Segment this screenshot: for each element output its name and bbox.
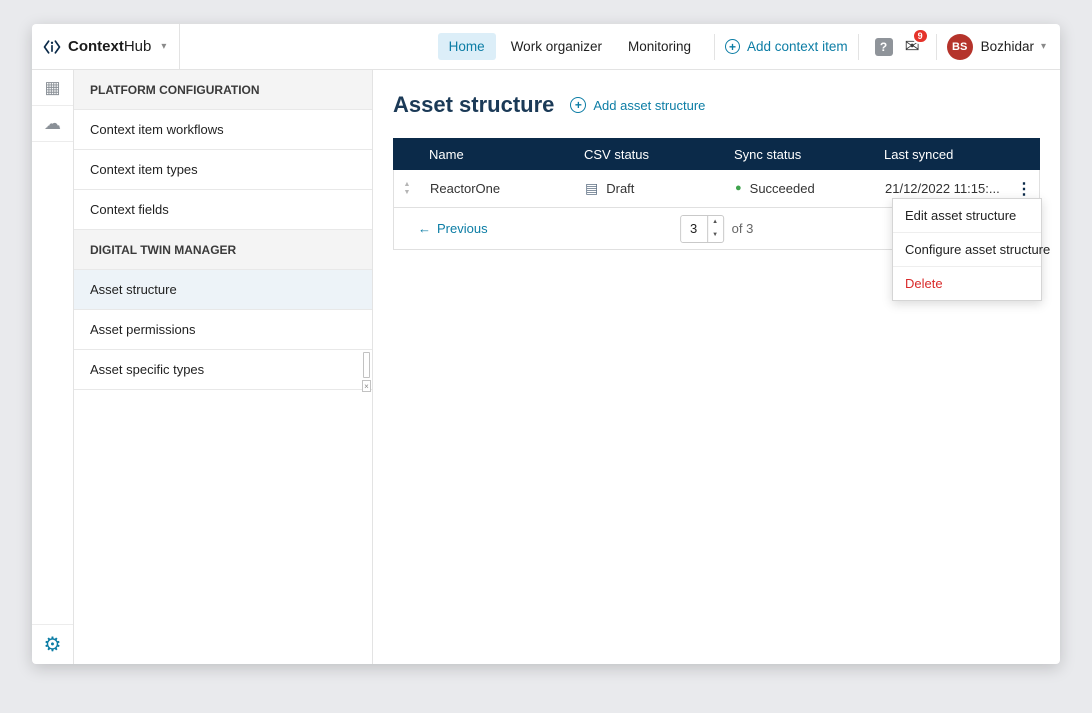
- page-increment-icon[interactable]: ▲: [708, 216, 723, 229]
- sidebar: PLATFORM CONFIGURATION Context item work…: [74, 70, 373, 664]
- settings-rail-button[interactable]: ⚙: [32, 624, 73, 664]
- sidebar-item-asset-structure[interactable]: Asset structure: [74, 270, 372, 310]
- header-cell-sync-status: Sync status: [734, 146, 802, 162]
- cell-csv-status: ▤ Draft: [575, 180, 725, 197]
- add-asset-structure-label: Add asset structure: [593, 97, 706, 113]
- divider: [935, 33, 937, 60]
- chevron-down-icon: ▾: [1040, 41, 1046, 52]
- avatar: BS: [946, 33, 973, 60]
- nav-item-work-organizer[interactable]: Work organizer: [500, 33, 613, 60]
- app-window: ContextHub ▾ Home Work organizer Monitor…: [32, 24, 1060, 664]
- page-count-label: of 3: [731, 221, 754, 236]
- plus-circle-icon: +: [570, 97, 587, 113]
- page-title: Asset structure: [393, 92, 555, 117]
- sidebar-section-digital-twin-manager: DIGITAL TWIN MANAGER: [74, 230, 372, 270]
- notification-badge: 9: [911, 28, 929, 44]
- sidebar-item-context-item-workflows[interactable]: Context item workflows: [74, 110, 372, 150]
- notifications-button[interactable]: ✉ 9: [905, 28, 929, 57]
- main-content: Asset structure + Add asset structure Na…: [373, 70, 1060, 664]
- top-navigation: Home Work organizer Monitoring + Add con…: [436, 24, 1060, 69]
- kebab-menu-icon[interactable]: ⋮: [1016, 179, 1032, 199]
- add-context-item-label: Add context item: [747, 39, 848, 54]
- row-reorder-control: ▲ ▼: [394, 181, 420, 197]
- sidebar-item-context-item-types[interactable]: Context item types: [74, 150, 372, 190]
- previous-page-button[interactable]: ← Previous: [418, 221, 488, 236]
- brand-menu[interactable]: ContextHub ▾: [32, 24, 180, 69]
- plus-circle-icon: +: [725, 39, 741, 54]
- arrow-left-icon: ←: [418, 221, 431, 236]
- move-down-icon[interactable]: ▼: [404, 189, 411, 197]
- cell-name: ReactorOne: [430, 181, 501, 196]
- page-decrement-icon[interactable]: ▼: [708, 229, 723, 242]
- user-menu-button[interactable]: BS Bozhidar ▾: [946, 33, 1046, 60]
- sidebar-item-asset-permissions[interactable]: Asset permissions: [74, 310, 372, 350]
- sidebar-item-asset-specific-types[interactable]: Asset specific types: [74, 350, 372, 390]
- contexthub-logo-icon: [42, 37, 62, 57]
- header-cell-last-synced: Last synced: [884, 146, 954, 162]
- dashboard-rail-button[interactable]: ▦: [32, 70, 73, 106]
- scrollbar-thumb[interactable]: [363, 352, 370, 378]
- cell-actions: ⋮: [1009, 179, 1039, 199]
- app-body: ▦ ☁ ⚙ PLATFORM CONFIGURATION Context ite…: [32, 70, 1060, 664]
- page-number-input[interactable]: [680, 215, 707, 242]
- divider: [857, 33, 859, 60]
- draft-document-icon: ▤: [585, 180, 599, 196]
- dashboard-icon: ▦: [44, 77, 61, 97]
- brand-name: ContextHub: [68, 38, 152, 55]
- menu-item-configure-asset-structure[interactable]: Configure asset structure: [893, 233, 1050, 267]
- gear-icon: ⚙: [43, 634, 62, 656]
- success-dot-icon: ●: [735, 182, 742, 194]
- previous-label: Previous: [437, 221, 488, 236]
- close-icon[interactable]: ×: [362, 380, 371, 392]
- help-button[interactable]: ?: [874, 37, 893, 56]
- topbar: ContextHub ▾ Home Work organizer Monitor…: [32, 24, 1060, 70]
- move-up-icon[interactable]: ▲: [404, 181, 411, 189]
- chevron-down-icon: ▾: [161, 41, 167, 52]
- nav-item-monitoring[interactable]: Monitoring: [617, 33, 702, 60]
- add-context-item-button[interactable]: + Add context item: [725, 39, 848, 54]
- nav-item-home[interactable]: Home: [437, 33, 496, 60]
- help-icon: ?: [874, 37, 893, 56]
- header-cell-name: Name: [429, 146, 464, 162]
- cloud-rail-button[interactable]: ☁: [32, 106, 73, 142]
- mail-icon: ✉ 9: [905, 28, 929, 57]
- sidebar-item-context-fields[interactable]: Context fields: [74, 190, 372, 230]
- menu-item-delete[interactable]: Delete: [893, 267, 1041, 300]
- cloud-icon: ☁: [44, 113, 61, 133]
- sidebar-scrollbar: ×: [362, 352, 371, 392]
- sidebar-section-platform-configuration: PLATFORM CONFIGURATION: [74, 70, 372, 110]
- sync-status-label: Succeeded: [749, 181, 815, 196]
- page-number-stepper: ▲ ▼: [679, 214, 724, 243]
- csv-status-label: Draft: [606, 181, 635, 196]
- table-header-row: Name CSV status Sync status Last synced: [393, 138, 1040, 170]
- cell-sync-status: ● Succeeded: [725, 181, 875, 196]
- user-name: Bozhidar: [980, 39, 1034, 54]
- add-asset-structure-button[interactable]: + Add asset structure: [570, 97, 705, 113]
- cell-last-synced: 21/12/2022 11:15:...: [885, 181, 1000, 196]
- divider: [714, 33, 716, 60]
- icon-rail: ▦ ☁ ⚙: [32, 70, 74, 664]
- header-cell-csv-status: CSV status: [584, 146, 650, 162]
- menu-item-edit-asset-structure[interactable]: Edit asset structure: [893, 199, 1041, 233]
- row-context-menu: Edit asset structure Configure asset str…: [892, 198, 1050, 301]
